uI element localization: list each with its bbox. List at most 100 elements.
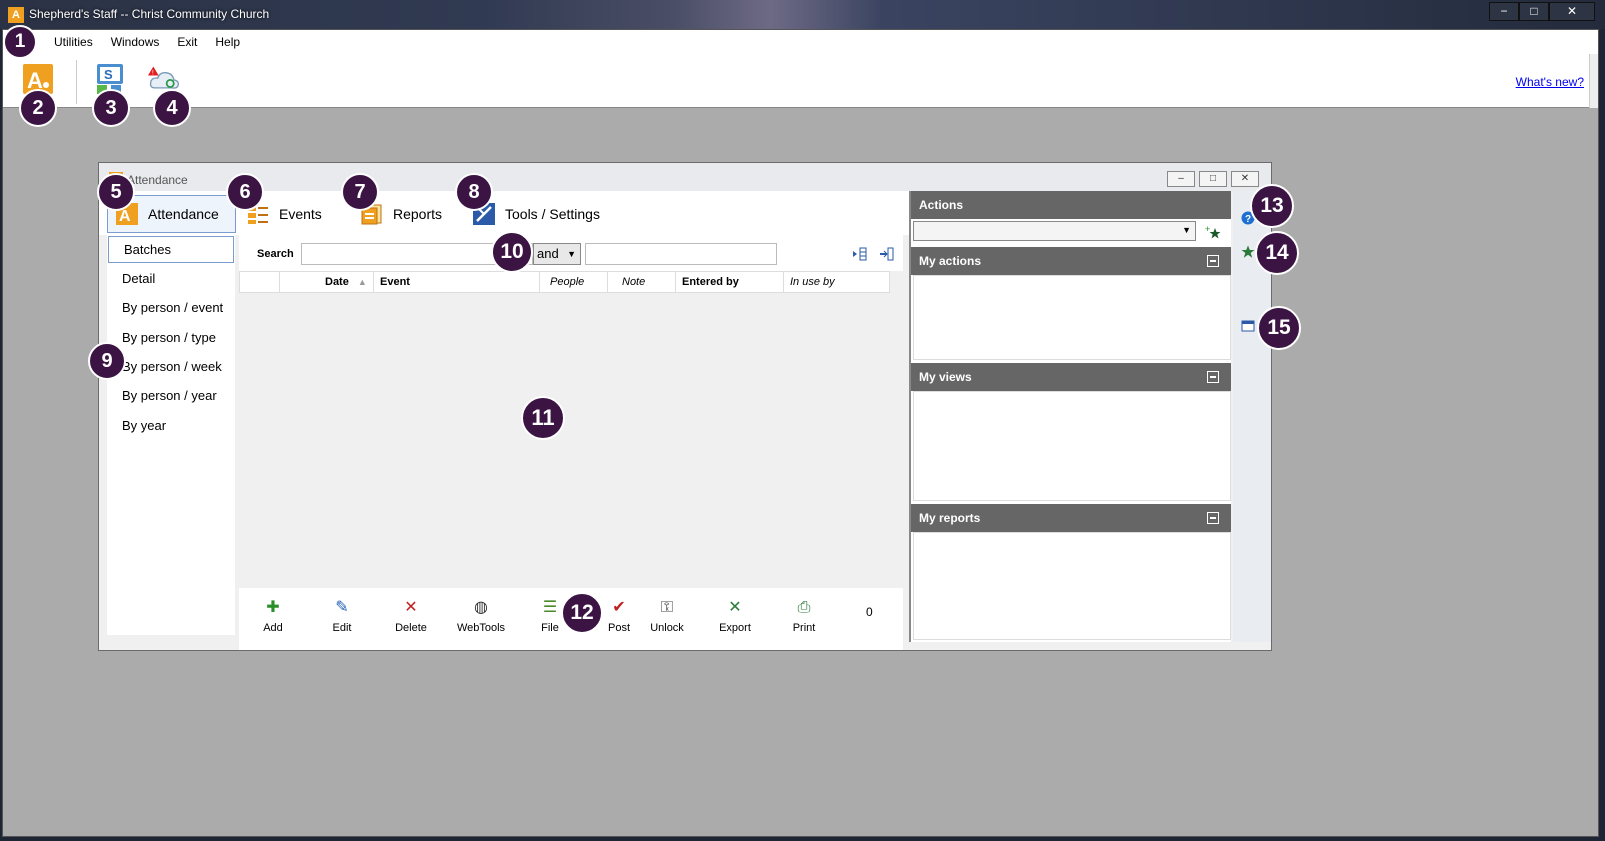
collapse-icon[interactable]	[1207, 512, 1219, 524]
callout-badge-2: 2	[19, 89, 57, 127]
callout-badge-15: 15	[1257, 306, 1301, 350]
view-item-batches[interactable]: Batches	[108, 236, 234, 263]
tab-tools-settings-label: Tools / Settings	[505, 206, 600, 222]
callout-badge-10: 10	[491, 231, 533, 273]
callout-badge-6: 6	[226, 173, 264, 211]
my-reports-pane	[913, 532, 1231, 640]
window-icon[interactable]	[1241, 319, 1255, 333]
app-logo-icon: A	[8, 7, 24, 23]
my-actions-title: My actions	[919, 254, 982, 268]
add-favorite-action-icon[interactable]: +	[1205, 224, 1221, 240]
my-reports-title: My reports	[919, 511, 981, 525]
add-button[interactable]: ✚ Add	[243, 598, 303, 634]
grid-col-date[interactable]: Date ▲	[280, 272, 374, 292]
delete-button-label: Delete	[395, 622, 427, 634]
view-item-detail[interactable]: Detail	[107, 264, 235, 293]
app-title: Shepherd's Staff -- Christ Community Chu…	[29, 7, 270, 21]
collapse-icon[interactable]	[1207, 371, 1219, 383]
collapse-icon[interactable]	[1207, 255, 1219, 267]
view-item-by-year[interactable]: By year	[107, 410, 235, 439]
maximize-button[interactable]: □	[1519, 2, 1549, 21]
unlock-button-label: Unlock	[650, 622, 684, 634]
print-icon: ⎙	[797, 599, 811, 616]
print-button[interactable]: ⎙ Print	[774, 598, 834, 634]
search-operator-value: and	[537, 246, 559, 261]
search-input-secondary[interactable]	[585, 243, 777, 265]
module-tabs: A Attendance Events Reports Tools / Sett…	[99, 191, 911, 235]
menu-windows[interactable]: Windows	[111, 35, 160, 49]
menu-help[interactable]: Help	[215, 35, 240, 49]
grid-col-in-use-by[interactable]: In use by	[784, 272, 890, 292]
my-views-header: My views	[911, 363, 1231, 391]
callout-badge-1: 1	[3, 25, 37, 59]
callout-badge-3: 3	[92, 89, 130, 127]
inner-restore-button[interactable]: □	[1199, 171, 1227, 187]
export-icon: ✕	[728, 599, 742, 616]
unlock-icon: ⚿	[660, 599, 674, 616]
toolbar-separator	[76, 60, 77, 104]
favorite-star-icon[interactable]	[1241, 245, 1255, 259]
sort-ascending-icon: ▲	[357, 277, 367, 287]
svg-text:+: +	[1205, 224, 1210, 234]
delete-button[interactable]: ✕ Delete	[381, 598, 441, 634]
edit-button[interactable]: ✎ Edit	[312, 598, 372, 634]
close-button[interactable]: ✕	[1549, 2, 1595, 21]
grid-col-selector[interactable]	[240, 272, 280, 292]
svg-text:S: S	[104, 67, 113, 82]
window-controls: − □ ✕	[1489, 2, 1595, 21]
callout-badge-7: 7	[341, 173, 379, 211]
search-operator-select[interactable]: and ▼	[533, 243, 581, 265]
filter-panel-icon[interactable]	[879, 246, 895, 262]
view-item-by-person-type[interactable]: By person / type	[107, 323, 235, 352]
attendance-window-titlebar: Attendance – □ ✕	[99, 163, 1271, 191]
tab-attendance-label: Attendance	[148, 206, 219, 222]
callout-badge-13: 13	[1250, 184, 1294, 228]
chevron-down-icon: ▼	[567, 249, 576, 259]
app-title-bar: A Shepherd's Staff -- Christ Community C…	[0, 0, 1605, 29]
tab-reports-label: Reports	[393, 206, 443, 222]
menu-exit[interactable]: Exit	[177, 35, 197, 49]
my-views-title: My views	[919, 370, 972, 384]
grid-col-note[interactable]: Note	[608, 272, 676, 292]
callout-badge-9: 9	[88, 342, 126, 380]
svg-text:A: A	[119, 208, 131, 225]
export-button[interactable]: ✕ Export	[705, 598, 765, 634]
webtools-button[interactable]: ◍ WebTools	[451, 598, 511, 634]
delete-icon: ✕	[404, 599, 418, 616]
view-item-by-person-year[interactable]: By person / year	[107, 381, 235, 410]
view-item-by-person-week[interactable]: By person / week	[107, 352, 235, 381]
edit-button-label: Edit	[332, 622, 352, 634]
whats-new-link[interactable]: What's new?	[1516, 75, 1584, 89]
view-item-by-person-event[interactable]: By person / event	[107, 293, 235, 322]
menu-utilities[interactable]: Utilities	[54, 35, 93, 49]
add-button-label: Add	[263, 622, 283, 634]
actions-dropdown[interactable]: ▼	[913, 221, 1196, 241]
grid-col-entered-by[interactable]: Entered by	[676, 272, 784, 292]
chevron-down-icon: ▼	[1182, 225, 1191, 235]
tab-events-label: Events	[279, 206, 322, 222]
right-panel: Actions ▼ + My actions My views My repor…	[909, 191, 1231, 642]
view-list: Batches Detail By person / event By pers…	[107, 235, 235, 635]
attendance-window: Attendance – □ ✕ A Attendance Events Rep…	[98, 162, 1272, 651]
svg-text:?: ?	[1245, 214, 1251, 225]
webtools-icon: ◍	[474, 599, 488, 616]
my-reports-header: My reports	[911, 504, 1231, 532]
toolbar-scrollbar[interactable]	[1589, 54, 1598, 108]
unlock-button[interactable]: ⚿ Unlock	[637, 598, 697, 634]
minimize-button[interactable]: −	[1489, 2, 1519, 21]
webtools-button-label: WebTools	[456, 622, 506, 634]
search-label: Search	[257, 248, 294, 260]
tab-tools-settings[interactable]: Tools / Settings	[473, 195, 600, 233]
grid-col-event[interactable]: Event	[374, 272, 540, 292]
my-views-pane	[913, 391, 1231, 501]
column-chooser-icon[interactable]	[852, 246, 868, 262]
callout-badge-14: 14	[1255, 231, 1299, 275]
attendance-window-title: Attendance	[127, 173, 188, 187]
callout-badge-5: 5	[97, 173, 135, 211]
inner-minimize-button[interactable]: –	[1167, 171, 1195, 187]
actions-header: Actions	[911, 191, 1231, 219]
my-actions-header: My actions	[911, 247, 1231, 275]
grid-col-people[interactable]: People	[540, 272, 608, 292]
inner-close-button[interactable]: ✕	[1231, 171, 1259, 187]
edit-icon: ✎	[335, 599, 349, 616]
